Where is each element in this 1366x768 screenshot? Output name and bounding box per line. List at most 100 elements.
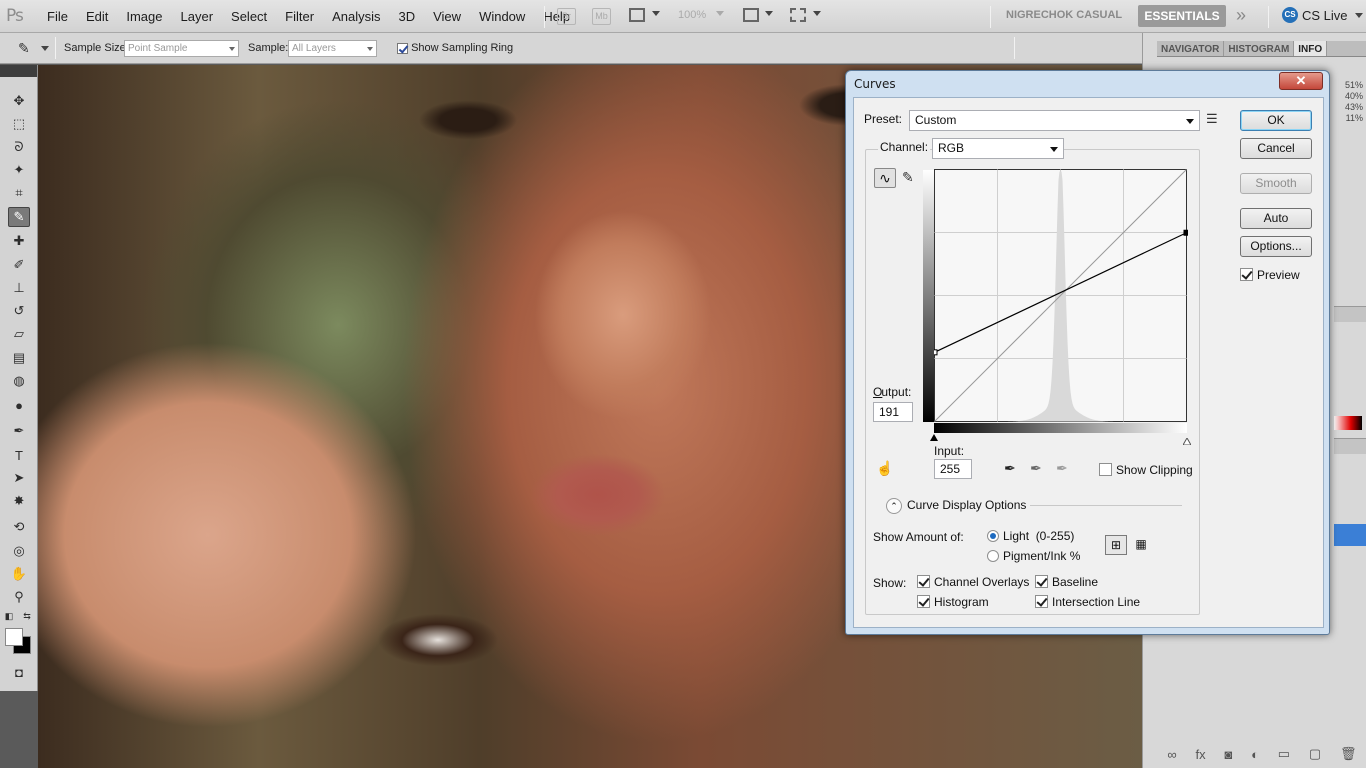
color-ramp[interactable] <box>1334 416 1362 430</box>
cancel-button[interactable]: Cancel <box>1240 138 1312 159</box>
type-tool-icon[interactable]: T <box>8 445 30 465</box>
menu-file[interactable]: File <box>38 0 77 33</box>
curve-edit-points-icon[interactable]: ∿ <box>874 168 896 188</box>
histogram-option[interactable]: Histogram <box>917 595 989 609</box>
white-point-slider[interactable] <box>1182 434 1192 446</box>
cs-live-button[interactable]: CS CS Live <box>1282 7 1363 23</box>
input-field[interactable]: 255 <box>934 459 972 479</box>
healing-brush-tool-icon[interactable]: ✚ <box>8 231 30 251</box>
color-panel-header[interactable] <box>1334 306 1366 322</box>
output-field[interactable]: 191 <box>873 402 913 422</box>
show-sampling-ring[interactable]: Show Sampling Ring <box>397 42 513 54</box>
lasso-tool-icon[interactable]: ᘐ <box>8 137 30 157</box>
menu-analysis[interactable]: Analysis <box>323 0 389 33</box>
simple-grid-icon[interactable]: ⊞ <box>1105 535 1127 555</box>
baseline-option[interactable]: Baseline <box>1035 575 1098 589</box>
eraser-tool-icon[interactable]: ▱ <box>8 324 30 344</box>
menu-image[interactable]: Image <box>117 0 171 33</box>
trash-icon[interactable]: 🗑 <box>1340 746 1357 762</box>
curve-graph[interactable] <box>934 169 1188 423</box>
mask-icon[interactable]: ◙ <box>1224 747 1232 762</box>
preview-checkbox[interactable] <box>1240 268 1253 281</box>
tab-info[interactable]: INFO <box>1294 41 1328 56</box>
workspace-nigrechok-casual[interactable]: NIGRECHOK CASUAL <box>1006 9 1122 21</box>
fx-icon[interactable]: fx <box>1196 747 1206 762</box>
tab-histogram[interactable]: HISTOGRAM <box>1224 41 1295 56</box>
menu-edit[interactable]: Edit <box>77 0 117 33</box>
sample-size-select[interactable]: Point Sample <box>124 40 239 57</box>
preview-toggle[interactable]: Preview <box>1240 268 1300 282</box>
show-clipping-checkbox[interactable] <box>1099 463 1112 476</box>
quick-mask-icon[interactable]: ◘ <box>8 662 30 682</box>
menu-view[interactable]: View <box>424 0 470 33</box>
crop-tool-icon[interactable]: ⌗ <box>8 183 30 203</box>
selected-layer-row[interactable] <box>1334 524 1366 546</box>
menu-3d[interactable]: 3D <box>389 0 424 33</box>
curve-point[interactable] <box>934 349 938 356</box>
pigment-option[interactable]: Pigment/Ink % <box>987 549 1080 563</box>
brush-tool-icon[interactable]: ✐ <box>8 255 30 275</box>
shape-tool-icon[interactable]: ✸ <box>8 491 30 511</box>
preset-select[interactable]: Custom <box>909 110 1200 131</box>
white-eyedropper-icon[interactable]: ✒ <box>1056 460 1068 477</box>
menu-layer[interactable]: Layer <box>172 0 223 33</box>
options-button[interactable]: Options... <box>1240 236 1312 257</box>
tab-navigator[interactable]: NAVIGATOR <box>1157 41 1225 56</box>
gradient-tool-icon[interactable]: ▤ <box>8 348 30 368</box>
path-selection-tool-icon[interactable]: ➤ <box>8 468 30 488</box>
dodge-tool-icon[interactable]: ● <box>8 395 30 415</box>
histogram-checkbox[interactable] <box>917 595 930 608</box>
workspace-essentials[interactable]: ESSENTIALS <box>1138 5 1226 27</box>
layers-panel-header[interactable] <box>1334 438 1366 454</box>
detailed-grid-icon[interactable]: ▦ <box>1131 535 1151 555</box>
pigment-radio[interactable] <box>987 550 999 562</box>
chevron-down-icon[interactable] <box>716 11 724 16</box>
chevron-down-icon[interactable] <box>41 46 49 51</box>
on-image-adjust-icon[interactable]: ☝ <box>876 460 893 477</box>
hand-tool-icon[interactable]: ✋ <box>8 564 30 584</box>
tools-panel-header[interactable] <box>0 65 37 77</box>
more-workspaces-icon[interactable]: » <box>1236 5 1246 26</box>
quick-select-tool-icon[interactable]: ✦ <box>8 160 30 180</box>
menu-filter[interactable]: Filter <box>276 0 323 33</box>
arrange-documents-icon[interactable] <box>743 8 759 22</box>
adjustment-layer-icon[interactable]: ◐ <box>1251 747 1259 762</box>
ok-button[interactable]: OK <box>1240 110 1312 131</box>
zoom-tool-icon[interactable]: ⚲ <box>8 587 30 607</box>
menu-select[interactable]: Select <box>222 0 276 33</box>
auto-button[interactable]: Auto <box>1240 208 1312 229</box>
light-radio[interactable] <box>987 530 999 542</box>
baseline-checkbox[interactable] <box>1035 575 1048 588</box>
blur-tool-icon[interactable]: ◍ <box>8 371 30 391</box>
group-icon[interactable]: ▭ <box>1278 746 1290 762</box>
new-layer-icon[interactable]: ▢ <box>1309 746 1321 762</box>
channel-overlays-option[interactable]: Channel Overlays <box>917 575 1029 589</box>
intersection-line-option[interactable]: Intersection Line <box>1035 595 1140 609</box>
view-extras-icon[interactable] <box>629 8 645 22</box>
pen-tool-icon[interactable]: ✒ <box>8 421 30 441</box>
bridge-button[interactable]: Br <box>557 8 576 25</box>
chevron-down-icon[interactable] <box>813 11 821 16</box>
light-option[interactable]: Light (0-255) <box>987 529 1074 543</box>
chevron-down-icon[interactable] <box>652 11 660 16</box>
preset-options-icon[interactable]: ☰ <box>1206 111 1218 127</box>
eyedropper-tool-icon[interactable]: ✎ <box>8 207 30 227</box>
show-clipping[interactable]: Show Clipping <box>1099 463 1193 477</box>
swap-colors-icon[interactable]: ⇆ <box>20 610 34 622</box>
mini-bridge-button[interactable]: Mb <box>592 8 611 25</box>
zoom-level[interactable]: 100% <box>678 9 706 21</box>
channel-overlays-checkbox[interactable] <box>917 575 930 588</box>
black-point-slider[interactable] <box>930 434 938 441</box>
show-sampling-ring-checkbox[interactable] <box>397 42 408 54</box>
default-colors-icon[interactable]: ◧ <box>2 610 16 622</box>
channel-select[interactable]: RGB <box>932 138 1064 159</box>
link-layers-icon[interactable]: ∞ <box>1167 747 1176 762</box>
chevron-down-icon[interactable] <box>765 11 773 16</box>
pencil-icon[interactable]: ✎ <box>902 169 914 186</box>
close-icon[interactable]: ✕ <box>1279 72 1323 90</box>
curve-point-selected[interactable] <box>1183 229 1188 236</box>
black-eyedropper-icon[interactable]: ✒ <box>1004 460 1016 477</box>
collapse-options-icon[interactable]: ⌃ <box>886 498 902 514</box>
clone-stamp-tool-icon[interactable]: ⊥ <box>8 278 30 298</box>
menu-window[interactable]: Window <box>470 0 534 33</box>
